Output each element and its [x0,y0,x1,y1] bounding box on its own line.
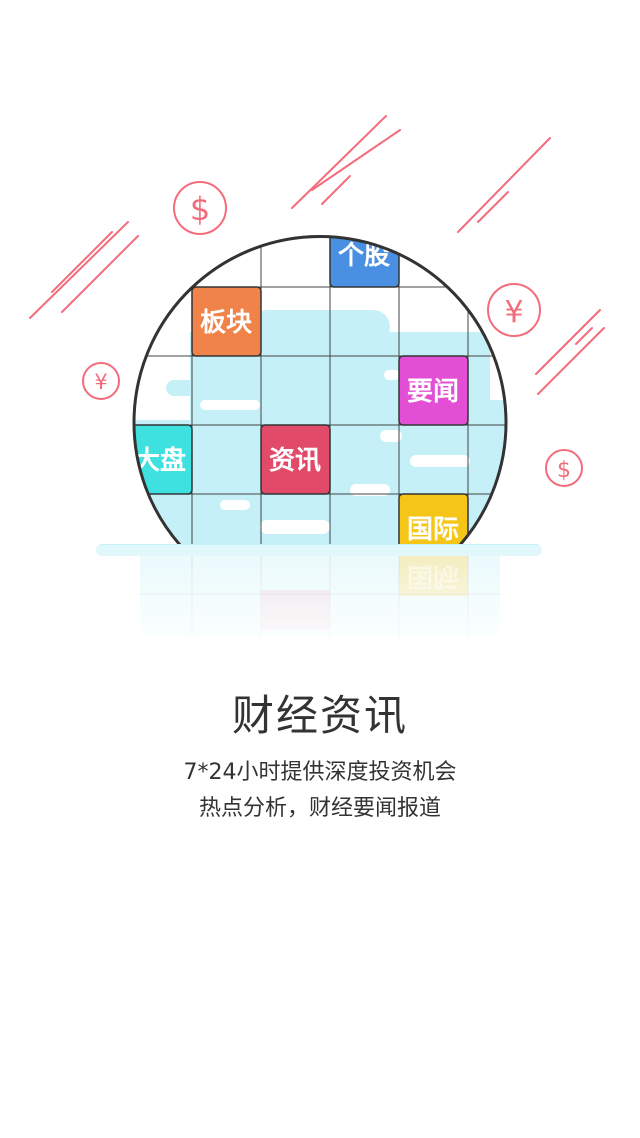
subtitle-line-2: 热点分析，财经要闻报道 [198,796,441,821]
tile-bankuai: 板块 [191,286,262,357]
onboarding-illustration: $ ¥ ¥ $ 个股 板块 要闻 大盘 资讯 国际 [29,115,605,655]
yen-small-coin-icon: ¥ [82,362,120,400]
subtitle-line-1: 7*24小时提供深度投资机会 [183,760,457,785]
tile-zixun: 资讯 [260,424,331,495]
svg-text:资讯: 资讯 [269,446,321,476]
page-title: 财经资讯 [231,691,408,740]
svg-text:个股: 个股 [338,241,390,271]
water-reflection: 国际 [90,544,550,655]
dollar-small-coin-icon: $ [545,449,583,487]
svg-text:$: $ [557,458,571,483]
tile-yaowen: 要闻 [398,355,469,426]
yen-coin-icon: ¥ [487,283,541,337]
globe-circle: 个股 板块 要闻 大盘 资讯 国际 [134,236,507,545]
svg-text:¥: ¥ [504,295,523,330]
tile-gegu: 个股 [329,236,400,288]
svg-text:板块: 板块 [200,308,252,338]
dollar-coin-icon: $ [173,181,227,235]
svg-text:¥: ¥ [94,370,107,394]
svg-text:$: $ [190,190,210,228]
svg-text:要闻: 要闻 [407,377,459,407]
svg-text:国际: 国际 [407,515,459,545]
